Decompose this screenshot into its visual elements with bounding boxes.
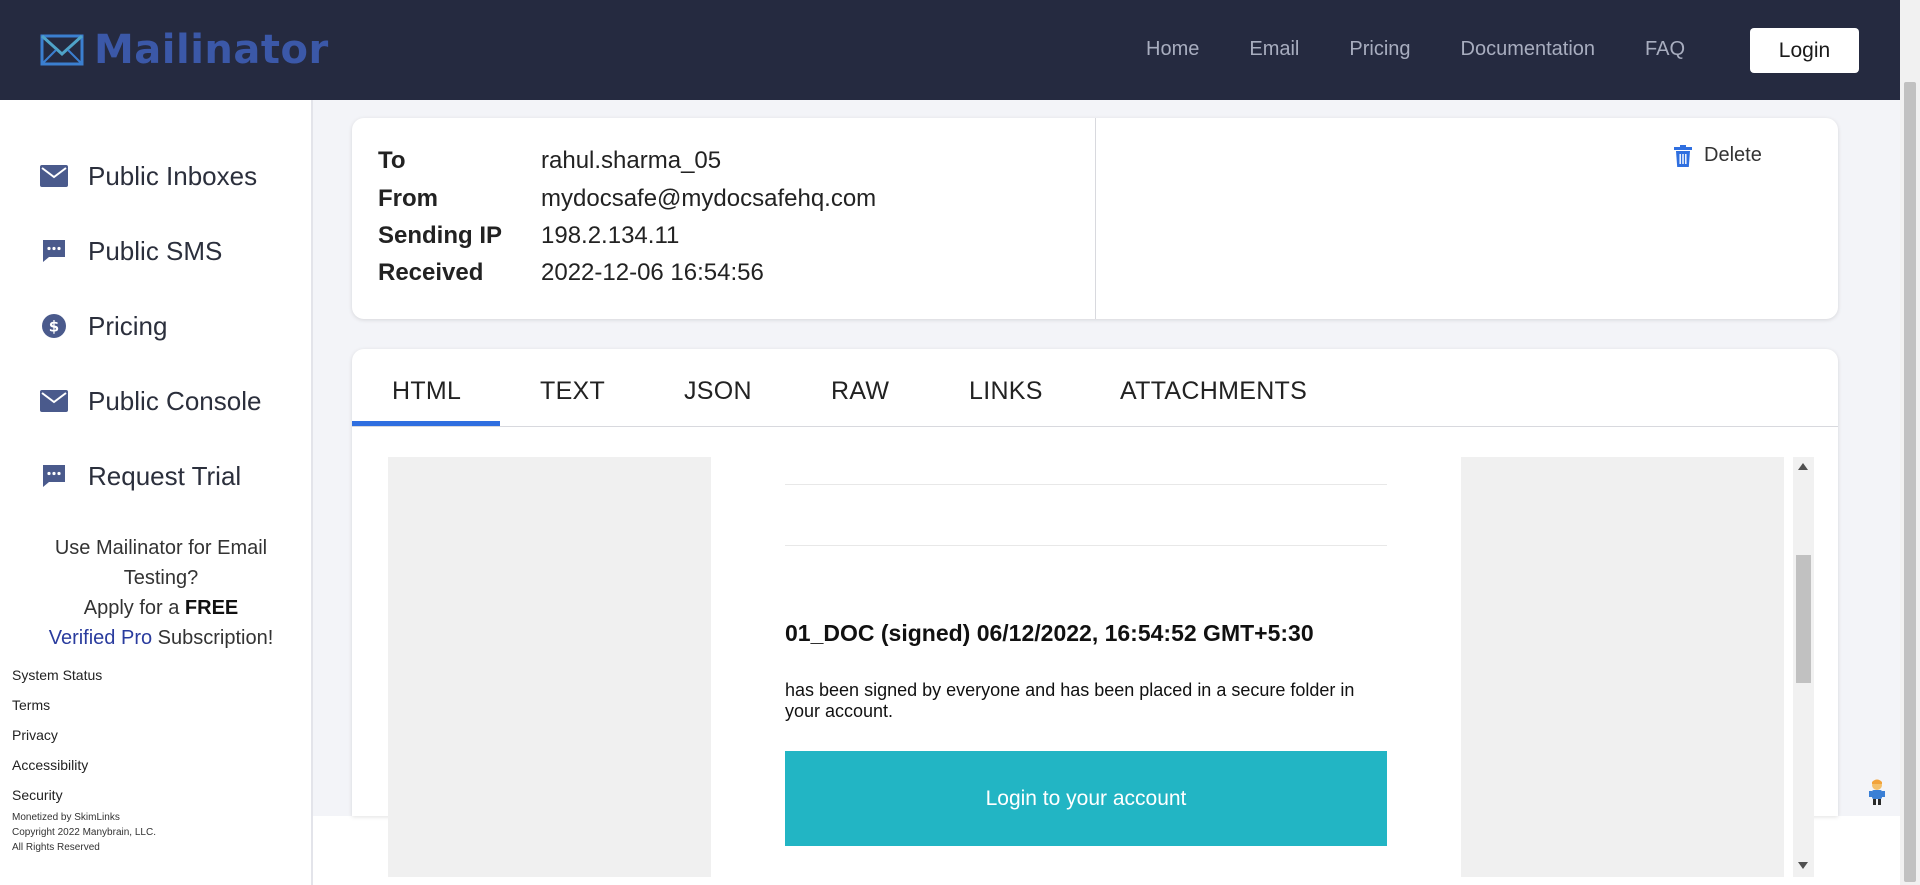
sidebar-item-label: Pricing (88, 310, 168, 341)
verified-pro-link[interactable]: Verified Pro (49, 627, 152, 649)
tab-raw[interactable]: RAW (831, 377, 889, 406)
tab-json[interactable]: JSON (684, 377, 752, 406)
promo-subscription-text: Subscription! (152, 627, 274, 649)
sidebar-item-public-console[interactable]: Public Console (40, 381, 261, 421)
email-scrollbar-thumb[interactable] (1796, 555, 1811, 683)
promo-text: Use Mailinator for Email Testing? Apply … (20, 533, 302, 653)
fine-print-line: Copyright 2022 Manybrain, LLC. (12, 827, 156, 838)
svg-text:$: $ (49, 318, 59, 336)
footer-link-system-status[interactable]: System Status (12, 668, 102, 698)
footer-link-privacy[interactable]: Privacy (12, 728, 102, 758)
email-heading: 01_DOC (signed) 06/12/2022, 16:54:52 GMT… (785, 620, 1314, 646)
login-button[interactable]: Login (1750, 28, 1859, 73)
sidebar-item-public-sms[interactable]: Public SMS (40, 231, 222, 271)
sidebar-item-label: Public SMS (88, 235, 223, 266)
header-divider (1095, 118, 1096, 319)
sms-icon (40, 237, 68, 265)
promo-apply-text: Apply for a (83, 597, 185, 619)
sidebar-item-request-trial[interactable]: Request Trial (40, 456, 241, 496)
delete-label: Delete (1704, 144, 1762, 166)
assistant-character-icon[interactable] (1866, 778, 1888, 806)
meta-row-received: Received 2022-12-06 16:54:56 (378, 255, 764, 291)
promo-free: FREE (184, 597, 239, 619)
envelope-logo-icon (40, 34, 84, 66)
mail-icon (40, 162, 68, 190)
tab-attachments[interactable]: ATTACHMENTS (1120, 377, 1307, 406)
promo-apply: Apply for a FREE (20, 593, 302, 623)
fine-print-line: Monetized by SkimLinks (12, 812, 120, 823)
sms-icon (40, 462, 68, 490)
main-nav: Home Email Pricing Documentation FAQ (1146, 38, 1735, 61)
tab-text[interactable]: TEXT (540, 377, 605, 406)
sending-ip-value: 198.2.134.11 (541, 222, 680, 249)
top-navbar: Mailinator Home Email Pricing Documentat… (0, 0, 1900, 100)
email-frame-scrollbar[interactable] (1793, 457, 1814, 877)
received-value: 2022-12-06 16:54:56 (541, 259, 764, 286)
footer-link-accessibility[interactable]: Accessibility (12, 758, 102, 788)
footer-link-terms[interactable]: Terms (12, 698, 102, 728)
nav-documentation[interactable]: Documentation (1461, 38, 1596, 61)
login-to-account-button[interactable]: Login to your account (785, 751, 1387, 846)
sidebar-item-label: Request Trial (88, 460, 242, 491)
email-divider (785, 484, 1387, 485)
sidebar-item-pricing[interactable]: $ Pricing (40, 306, 167, 346)
scroll-down-arrow-icon[interactable] (1798, 862, 1808, 869)
fine-print: Monetized by SkimLinks Copyright 2022 Ma… (12, 810, 156, 855)
message-header-card: To rahul.sharma_05 From mydocsafe@mydocs… (352, 118, 1838, 319)
nav-home[interactable]: Home (1146, 38, 1199, 61)
sidebar-item-public-inboxes[interactable]: Public Inboxes (40, 156, 257, 196)
email-left-gutter (388, 457, 711, 877)
footer-links: System Status Terms Privacy Accessibilit… (12, 668, 102, 818)
mail-icon (40, 387, 68, 415)
sending-ip-label: Sending IP (378, 222, 503, 249)
from-label: From (378, 185, 438, 212)
meta-row-sending-ip: Sending IP 198.2.134.11 (378, 218, 679, 254)
scroll-up-arrow-icon[interactable] (1798, 463, 1808, 470)
sidebar-item-label: Public Inboxes (88, 160, 258, 191)
from-value: mydocsafe@mydocsafehq.com (541, 185, 877, 212)
active-tab-indicator (352, 421, 500, 426)
nav-faq[interactable]: FAQ (1645, 38, 1685, 61)
sidebar-item-label: Public Console (88, 385, 262, 416)
view-tabs: HTML TEXT JSON RAW LINKS ATTACHMENTS (352, 349, 1838, 427)
page-scrollbar[interactable] (1900, 0, 1920, 885)
sidebar: Public Inboxes Public SMS $ Pricing Publ… (0, 100, 313, 885)
nav-pricing[interactable]: Pricing (1349, 38, 1410, 61)
meta-row-from: From mydocsafe@mydocsafehq.com (378, 181, 876, 217)
promo-subscription: Verified Pro Subscription! (20, 623, 302, 653)
received-label: Received (378, 259, 484, 286)
meta-row-to: To rahul.sharma_05 (378, 143, 721, 179)
email-html-frame: 01_DOC (signed) 06/12/2022, 16:54:52 GMT… (388, 457, 1814, 877)
nav-email[interactable]: Email (1249, 38, 1299, 61)
page-scrollbar-thumb[interactable] (1904, 82, 1916, 882)
mailinator-logo[interactable]: Mailinator (40, 26, 329, 74)
trash-icon (1674, 144, 1692, 167)
email-right-gutter (1461, 457, 1784, 877)
tab-links[interactable]: LINKS (969, 377, 1043, 406)
dollar-icon: $ (40, 312, 68, 340)
tab-html[interactable]: HTML (392, 377, 461, 406)
promo-question: Use Mailinator for Email Testing? (54, 537, 268, 589)
to-label: To (378, 147, 406, 174)
email-divider (785, 545, 1387, 546)
delete-button[interactable]: Delete (1674, 144, 1762, 167)
to-value: rahul.sharma_05 (541, 147, 722, 174)
fine-print-line: All Rights Reserved (12, 842, 100, 853)
brand-name: Mailinator (94, 27, 329, 73)
email-body-text: has been signed by everyone and has been… (785, 680, 1355, 721)
